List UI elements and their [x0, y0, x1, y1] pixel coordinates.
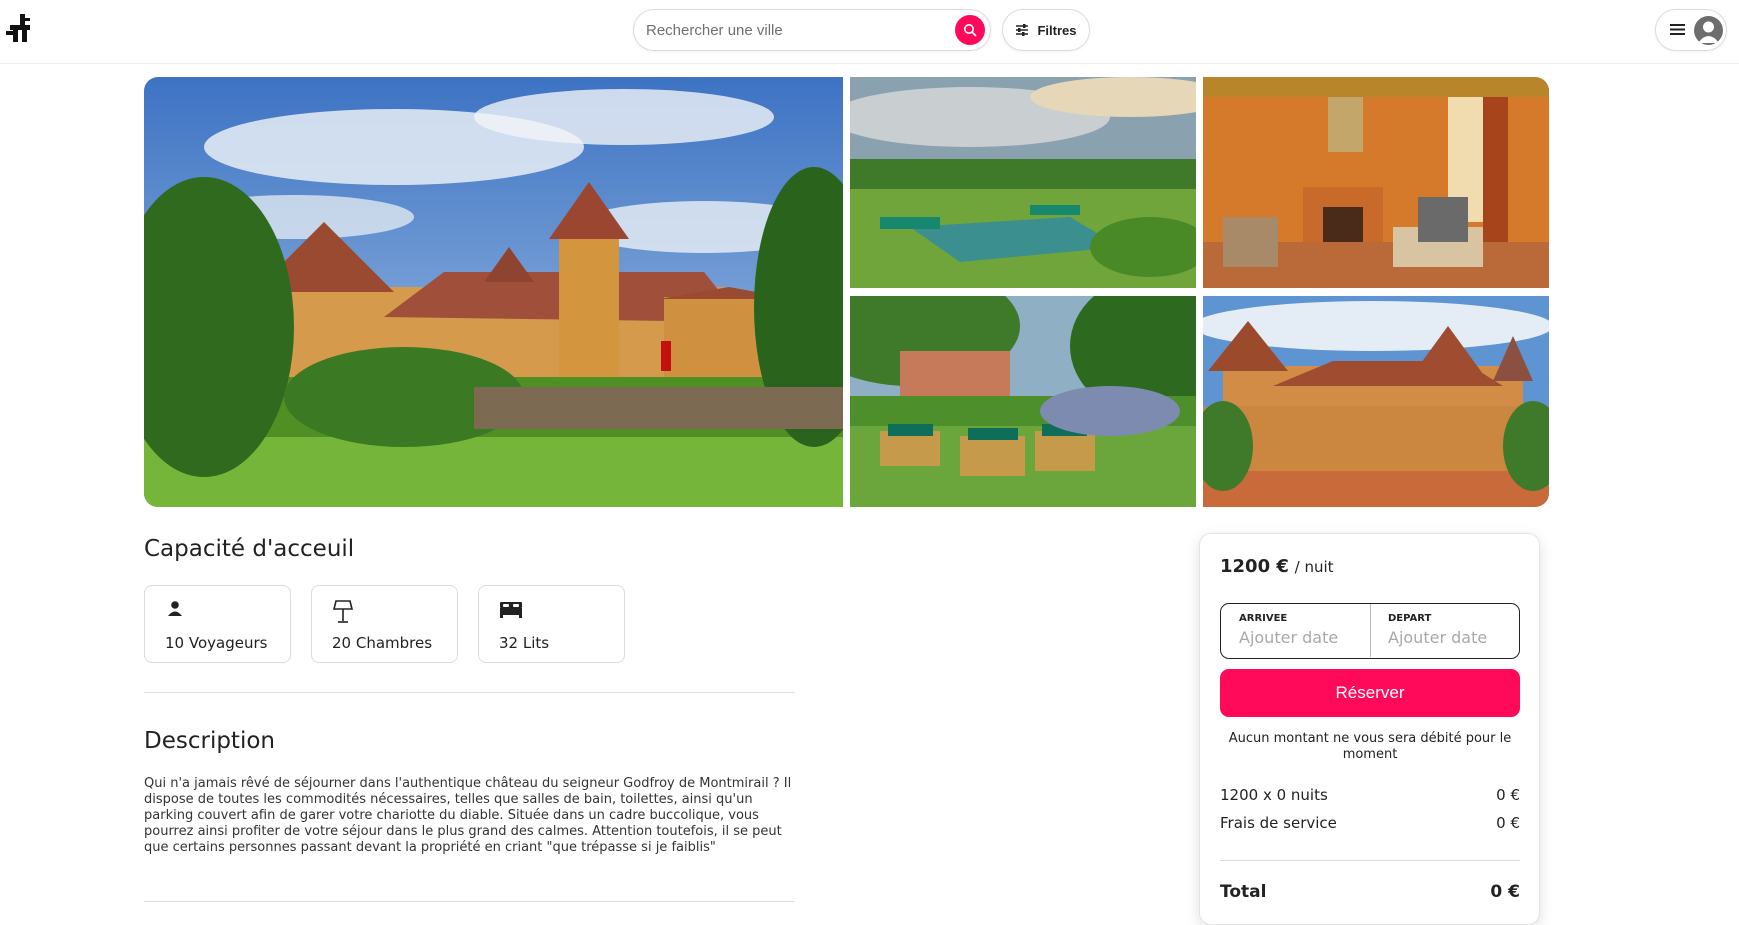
avatar-icon	[1694, 16, 1723, 45]
total-label: Total	[1220, 882, 1267, 902]
booking-card: 1200 € / nuit ARRIVEE Ajouter date DEPAR…	[1199, 533, 1540, 925]
date-picker: ARRIVEE Ajouter date DEPART Ajouter date	[1220, 603, 1520, 659]
lamp-icon	[332, 599, 354, 629]
filters-button[interactable]: Filtres	[1002, 9, 1090, 51]
photo-castle-exterior[interactable]	[144, 77, 843, 507]
booking-divider	[1220, 860, 1520, 861]
search-bar[interactable]	[633, 9, 991, 51]
service-fee-value: 0 €	[1496, 814, 1520, 832]
bed-icon	[499, 599, 523, 623]
sliders-icon	[1016, 24, 1029, 36]
departure-date-field[interactable]: DEPART Ajouter date	[1371, 604, 1519, 657]
arrival-date-field[interactable]: ARRIVEE Ajouter date	[1221, 604, 1370, 657]
capacity-title: Capacité d'acceuil	[144, 536, 355, 562]
price-line: 1200 x 0 nuits 0 €	[1220, 786, 1520, 804]
price-unit: / nuit	[1294, 558, 1334, 576]
person-icon	[165, 599, 185, 623]
capacity-card-travelers: 10 Voyageurs	[144, 585, 291, 663]
price-value: 1200 €	[1220, 556, 1289, 577]
section-divider	[144, 692, 795, 693]
departure-value: Ajouter date	[1388, 628, 1488, 647]
capacity-label: 32 Lits	[499, 634, 550, 652]
capacity-card-rooms: 20 Chambres	[311, 585, 458, 663]
total-line: Total 0 €	[1220, 882, 1520, 902]
section-divider	[144, 901, 795, 902]
capacity-card-beds: 32 Lits	[478, 585, 625, 663]
search-input[interactable]	[646, 18, 946, 42]
no-charge-note: Aucun montant ne vous sera débité pour l…	[1228, 731, 1512, 762]
photo-garden-terrace[interactable]	[850, 296, 1196, 507]
user-menu-button[interactable]	[1655, 9, 1727, 51]
capacity-label: 20 Chambres	[332, 634, 433, 652]
hamburger-icon	[1670, 24, 1685, 35]
search-button[interactable]	[955, 15, 985, 45]
photo-garden-pool[interactable]	[850, 77, 1196, 288]
service-fee-line: Frais de service 0 €	[1220, 814, 1520, 832]
home-logo-icon[interactable]	[6, 12, 32, 44]
service-fee-label: Frais de service	[1220, 814, 1337, 832]
description-title: Description	[144, 728, 275, 754]
reserve-button[interactable]: Réserver	[1220, 669, 1520, 717]
price-line-value: 0 €	[1496, 786, 1520, 804]
price-line-label: 1200 x 0 nuits	[1220, 786, 1328, 804]
photo-castle-courtyard[interactable]	[1203, 296, 1549, 507]
filters-label: Filtres	[1037, 22, 1077, 38]
price-per-night: 1200 € / nuit	[1220, 556, 1334, 577]
photo-gallery	[144, 77, 1549, 507]
arrival-value: Ajouter date	[1239, 628, 1339, 647]
description-text: Qui n'a jamais rêvé de séjourner dans l'…	[144, 776, 792, 855]
top-header: Filtres	[0, 0, 1739, 64]
search-icon	[964, 24, 977, 37]
departure-label: DEPART	[1388, 613, 1432, 624]
arrival-label: ARRIVEE	[1239, 613, 1288, 624]
capacity-label: 10 Voyageurs	[165, 634, 268, 652]
photo-living-room[interactable]	[1203, 77, 1549, 288]
total-value: 0 €	[1490, 882, 1520, 902]
